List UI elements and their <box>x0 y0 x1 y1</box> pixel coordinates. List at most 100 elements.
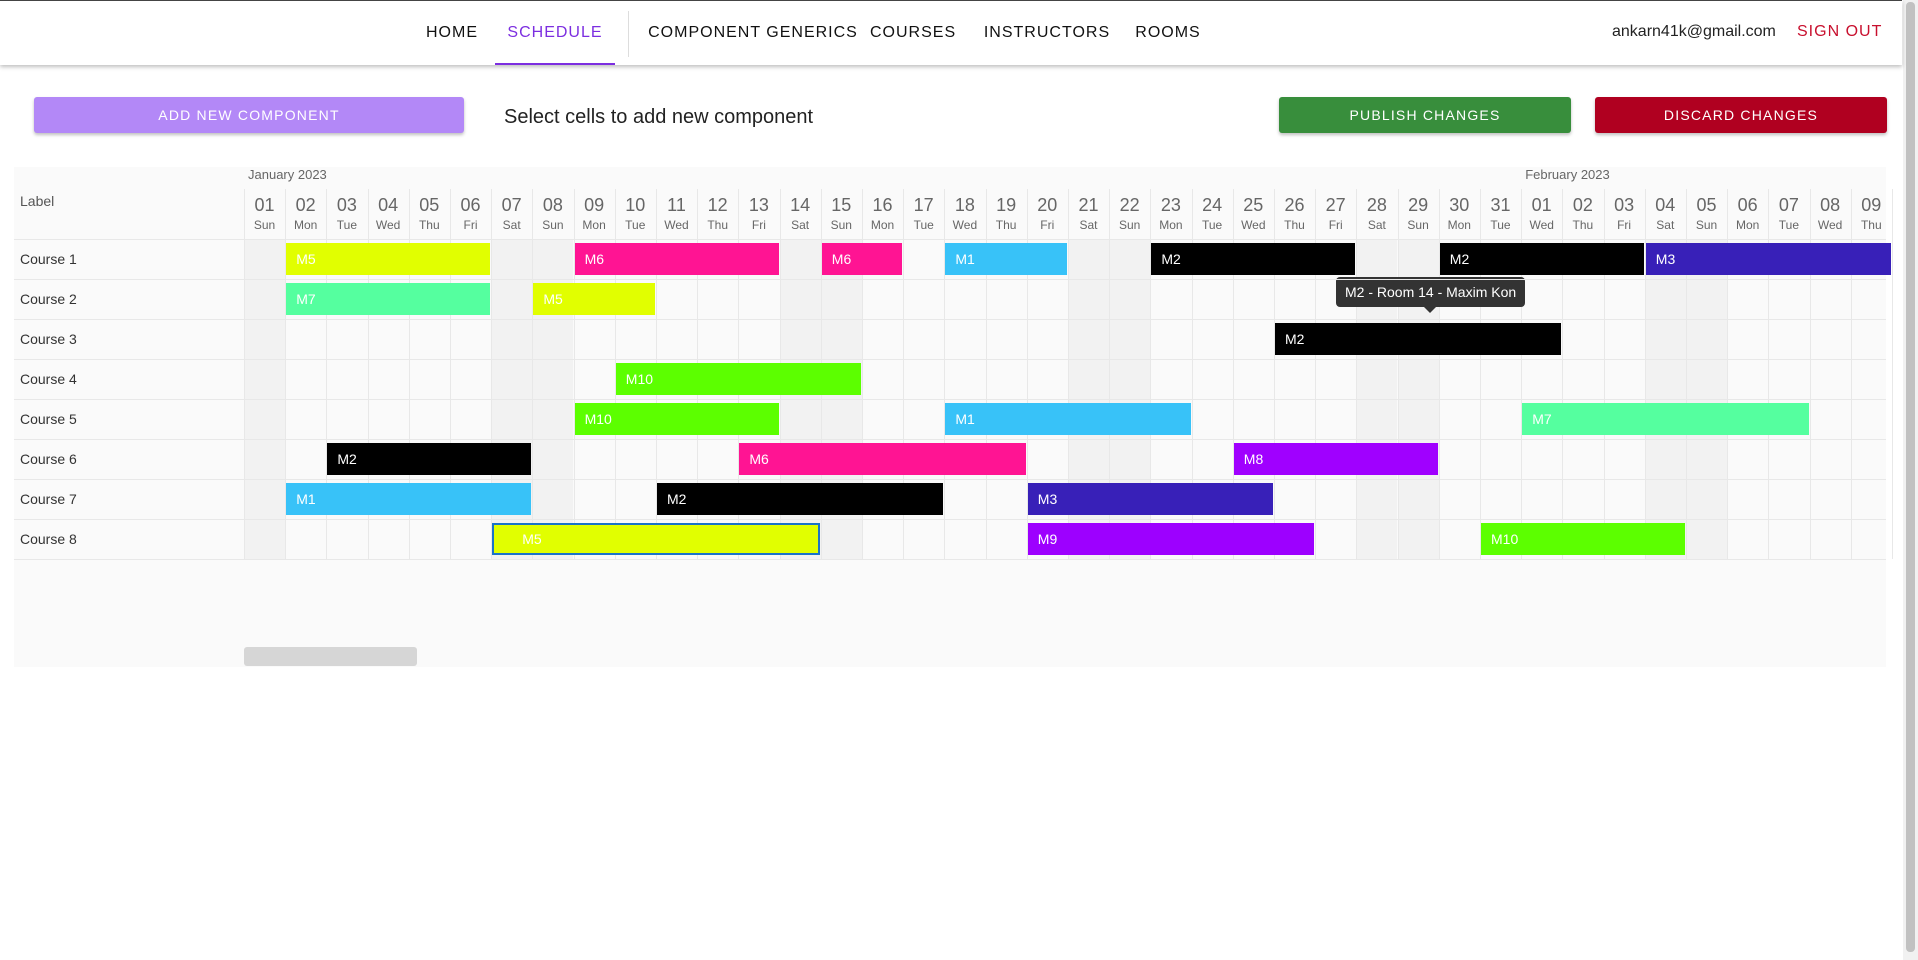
row-divider <box>14 319 1886 320</box>
day-number: 30 <box>1449 195 1470 215</box>
label-column-header: Label <box>20 193 55 209</box>
day-number: 23 <box>1160 195 1181 215</box>
day-number: 15 <box>831 195 852 215</box>
row-divider <box>14 479 1886 480</box>
nav-rooms[interactable]: ROOMS <box>1132 1 1204 65</box>
day-name: Sat <box>1656 218 1675 232</box>
horizontal-scrollbar-thumb[interactable] <box>244 647 417 666</box>
month-label: February 2023 <box>1525 167 1610 182</box>
day-number: 29 <box>1408 195 1429 215</box>
day-number: 07 <box>1778 195 1799 215</box>
schedule-component-bar[interactable]: M6 <box>574 243 779 275</box>
schedule-component-bar[interactable]: M3 <box>1645 243 1891 275</box>
day-number: 28 <box>1366 195 1387 215</box>
day-name: Sat <box>1079 218 1098 232</box>
day-number: 08 <box>1820 195 1841 215</box>
day-number: 11 <box>667 195 686 215</box>
grid-column-line <box>244 189 245 559</box>
grid-column-line <box>532 189 534 559</box>
schedule-component-bar[interactable]: M5 <box>533 283 655 315</box>
schedule-component-bar[interactable]: M1 <box>286 483 532 515</box>
schedule-component-bar[interactable]: M5 <box>286 243 491 275</box>
schedule-component-bar[interactable]: M2 <box>1275 323 1562 355</box>
day-number: 13 <box>748 195 769 215</box>
grid-column-line <box>1356 189 1358 559</box>
day-name: Tue <box>913 218 934 232</box>
schedule-component-bar[interactable]: M1 <box>945 403 1191 435</box>
row-label: Course 5 <box>20 411 77 427</box>
schedule-component-bar[interactable]: M2 <box>1151 243 1356 275</box>
day-name: Fri <box>1328 218 1343 232</box>
day-name: Sun <box>1407 218 1429 232</box>
day-name: Tue <box>1778 218 1799 232</box>
schedule-component-bar[interactable]: M7 <box>286 283 491 315</box>
nav-divider <box>628 11 629 57</box>
row-divider <box>14 359 1886 360</box>
vertical-scrollbar-thumb[interactable] <box>1906 2 1915 952</box>
schedule-component-bar[interactable]: M1 <box>945 243 1067 275</box>
day-name: Sun <box>830 218 852 232</box>
schedule-component-bar[interactable]: M6 <box>739 443 1026 475</box>
row-label: Course 7 <box>20 491 77 507</box>
day-number: 04 <box>1655 195 1676 215</box>
day-number: 21 <box>1078 195 1099 215</box>
schedule-component-bar[interactable]: M2 <box>1439 243 1644 275</box>
day-number: 01 <box>1531 195 1552 215</box>
row-divider <box>14 519 1886 520</box>
day-number: 07 <box>501 195 522 215</box>
publish-changes-button[interactable]: PUBLISH CHANGES <box>1279 97 1571 133</box>
day-name: Sun <box>1119 218 1141 232</box>
day-number: 19 <box>996 195 1017 215</box>
day-number: 25 <box>1243 195 1264 215</box>
row-label: Course 1 <box>20 251 77 267</box>
schedule-component-bar[interactable]: M2 <box>657 483 944 515</box>
schedule-component-bar[interactable]: M10 <box>574 403 779 435</box>
day-name: Tue <box>625 218 646 232</box>
day-number: 26 <box>1284 195 1305 215</box>
user-email: ankarn41k@gmail.com <box>1612 23 1776 40</box>
schedule-component-bar[interactable]: M6 <box>821 243 903 275</box>
day-name: Thu <box>1860 218 1882 232</box>
add-new-component-button[interactable]: ADD NEW COMPONENT <box>34 97 464 133</box>
day-number: 10 <box>625 195 646 215</box>
schedule-component-bar[interactable]: M7 <box>1522 403 1809 435</box>
day-name: Sun <box>1695 218 1718 232</box>
schedule-component-bar[interactable]: M10 <box>1481 523 1685 555</box>
day-name: Sun <box>542 218 564 232</box>
day-name: Sun <box>253 218 276 232</box>
top-navbar: HOME SCHEDULE COMPONENT GENERICS COURSES INS… <box>0 0 1902 65</box>
schedule-component-bar[interactable]: M8 <box>1233 443 1438 475</box>
timeline-label-column: Label Course 1 Course 2 Course 3 Course 4 Co… <box>14 167 244 559</box>
day-number: 31 <box>1490 195 1511 215</box>
day-number: 01 <box>254 195 275 215</box>
timeline-grid[interactable]: 01 Sun 02 Mon 03 Tue 04 Wed 05 Thu 06 Fri 07 Sat 08 Sun… <box>244 167 1893 559</box>
day-name: Wed <box>1817 218 1843 232</box>
discard-changes-button[interactable]: DISCARD CHANGES <box>1595 97 1887 133</box>
grid-column-line <box>1397 189 1399 559</box>
nav-home[interactable]: HOME <box>409 1 495 65</box>
nav-instructors[interactable]: INSTRUCTORS <box>980 1 1114 65</box>
nav-component-generics[interactable]: COMPONENT GENERICS <box>646 1 860 65</box>
day-name: Wed <box>664 218 689 232</box>
day-number: 05 <box>419 195 440 215</box>
schedule-component-bar[interactable]: M3 <box>1027 483 1273 515</box>
row-label: Course 3 <box>20 331 77 347</box>
row-divider <box>14 399 1886 400</box>
day-name: Sat <box>1367 218 1386 232</box>
schedule-component-bar[interactable]: M5 <box>492 523 820 555</box>
day-name: Tue <box>1201 218 1223 232</box>
day-name: Mon <box>582 218 606 232</box>
nav-schedule[interactable]: SCHEDULE <box>495 1 615 65</box>
row-divider <box>14 559 1886 560</box>
schedule-component-bar[interactable]: M9 <box>1027 523 1315 555</box>
schedule-component-bar[interactable]: M10 <box>615 363 861 395</box>
sign-out-button[interactable]: SIGN OUT <box>1797 23 1882 41</box>
nav-courses[interactable]: COURSES <box>870 1 955 65</box>
vertical-scrollbar[interactable] <box>1903 0 1918 960</box>
day-number: 06 <box>1737 195 1758 215</box>
day-number: 02 <box>1572 195 1593 215</box>
day-number: 08 <box>542 195 563 215</box>
schedule-component-bar[interactable]: M2 <box>327 443 532 475</box>
day-name: Wed <box>1241 218 1266 232</box>
day-name: Wed <box>1529 218 1554 232</box>
